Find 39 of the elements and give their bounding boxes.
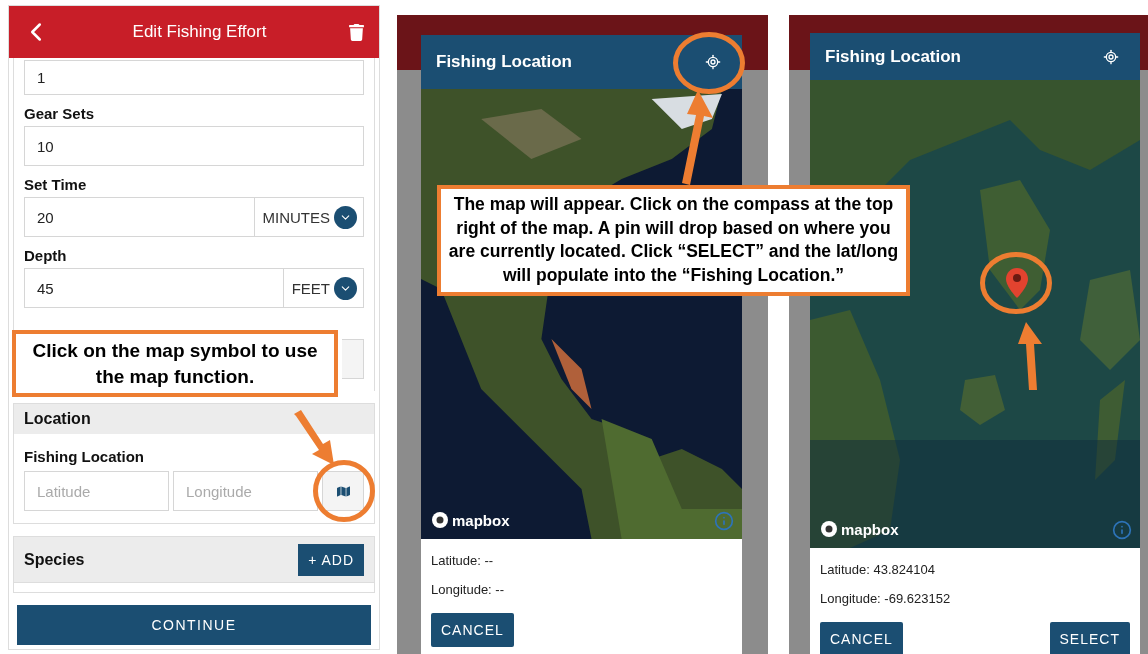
section-title: Location — [24, 410, 91, 428]
add-button[interactable]: + ADD — [298, 543, 364, 576]
latitude-readout: Latitude: 43.824104 — [820, 562, 936, 577]
highlight-ring — [673, 32, 745, 94]
highlight-ring — [980, 252, 1052, 314]
dialog-title: Fishing Location — [825, 46, 961, 67]
locate-icon — [1103, 48, 1119, 65]
locate-icon — [705, 54, 721, 70]
trash-icon[interactable] — [348, 23, 365, 41]
dialog-title: Fishing Location — [436, 52, 572, 72]
cancel-button[interactable]: CANCEL — [820, 622, 903, 654]
field-label: Fishing Location — [24, 448, 145, 465]
field-label: Depth — [24, 247, 68, 264]
mapbox-logo: mapbox — [820, 520, 899, 538]
unit-dropdown[interactable]: MINUTES — [254, 197, 364, 237]
continue-button[interactable]: CONTINUE — [17, 605, 371, 645]
highlight-ring — [313, 460, 375, 522]
input-field[interactable]: 20 — [24, 197, 255, 237]
field-label: Set Time — [24, 176, 88, 193]
info-icon[interactable] — [1112, 520, 1132, 540]
input-field[interactable]: 1 — [24, 60, 364, 95]
latitude-readout: Latitude: -- — [431, 553, 495, 568]
chevron-down-icon — [334, 205, 357, 229]
map-icon[interactable] — [322, 471, 364, 511]
mapbox-logo: mapbox — [431, 511, 510, 529]
longitude-readout: Longitude: -- — [431, 582, 505, 597]
instruction-callout: The map will appear. Click on the compass at the top right of the map. A pin will drop based on where you are currently located. Click “SELECT” and the lat/long will populate into the “Fishing Location.” — [437, 185, 910, 296]
select-button[interactable]: SELECT — [1049, 622, 1130, 654]
field-label: Gear Sets — [24, 105, 96, 122]
input-field[interactable]: 45 — [24, 268, 284, 308]
screen-title: Edit Fishing Effort — [132, 22, 267, 42]
unit-dropdown[interactable]: FEET — [283, 268, 364, 308]
instruction-callout: Click on the map symbol to use the map function. — [12, 330, 338, 398]
arrow — [292, 410, 336, 466]
input-field[interactable]: 10 — [24, 126, 364, 166]
longitude-readout: Longitude: -69.623152 — [820, 591, 952, 606]
section-title: Species — [24, 550, 85, 569]
chevron-down-icon — [334, 276, 357, 300]
cancel-button[interactable]: CANCEL — [431, 613, 514, 647]
